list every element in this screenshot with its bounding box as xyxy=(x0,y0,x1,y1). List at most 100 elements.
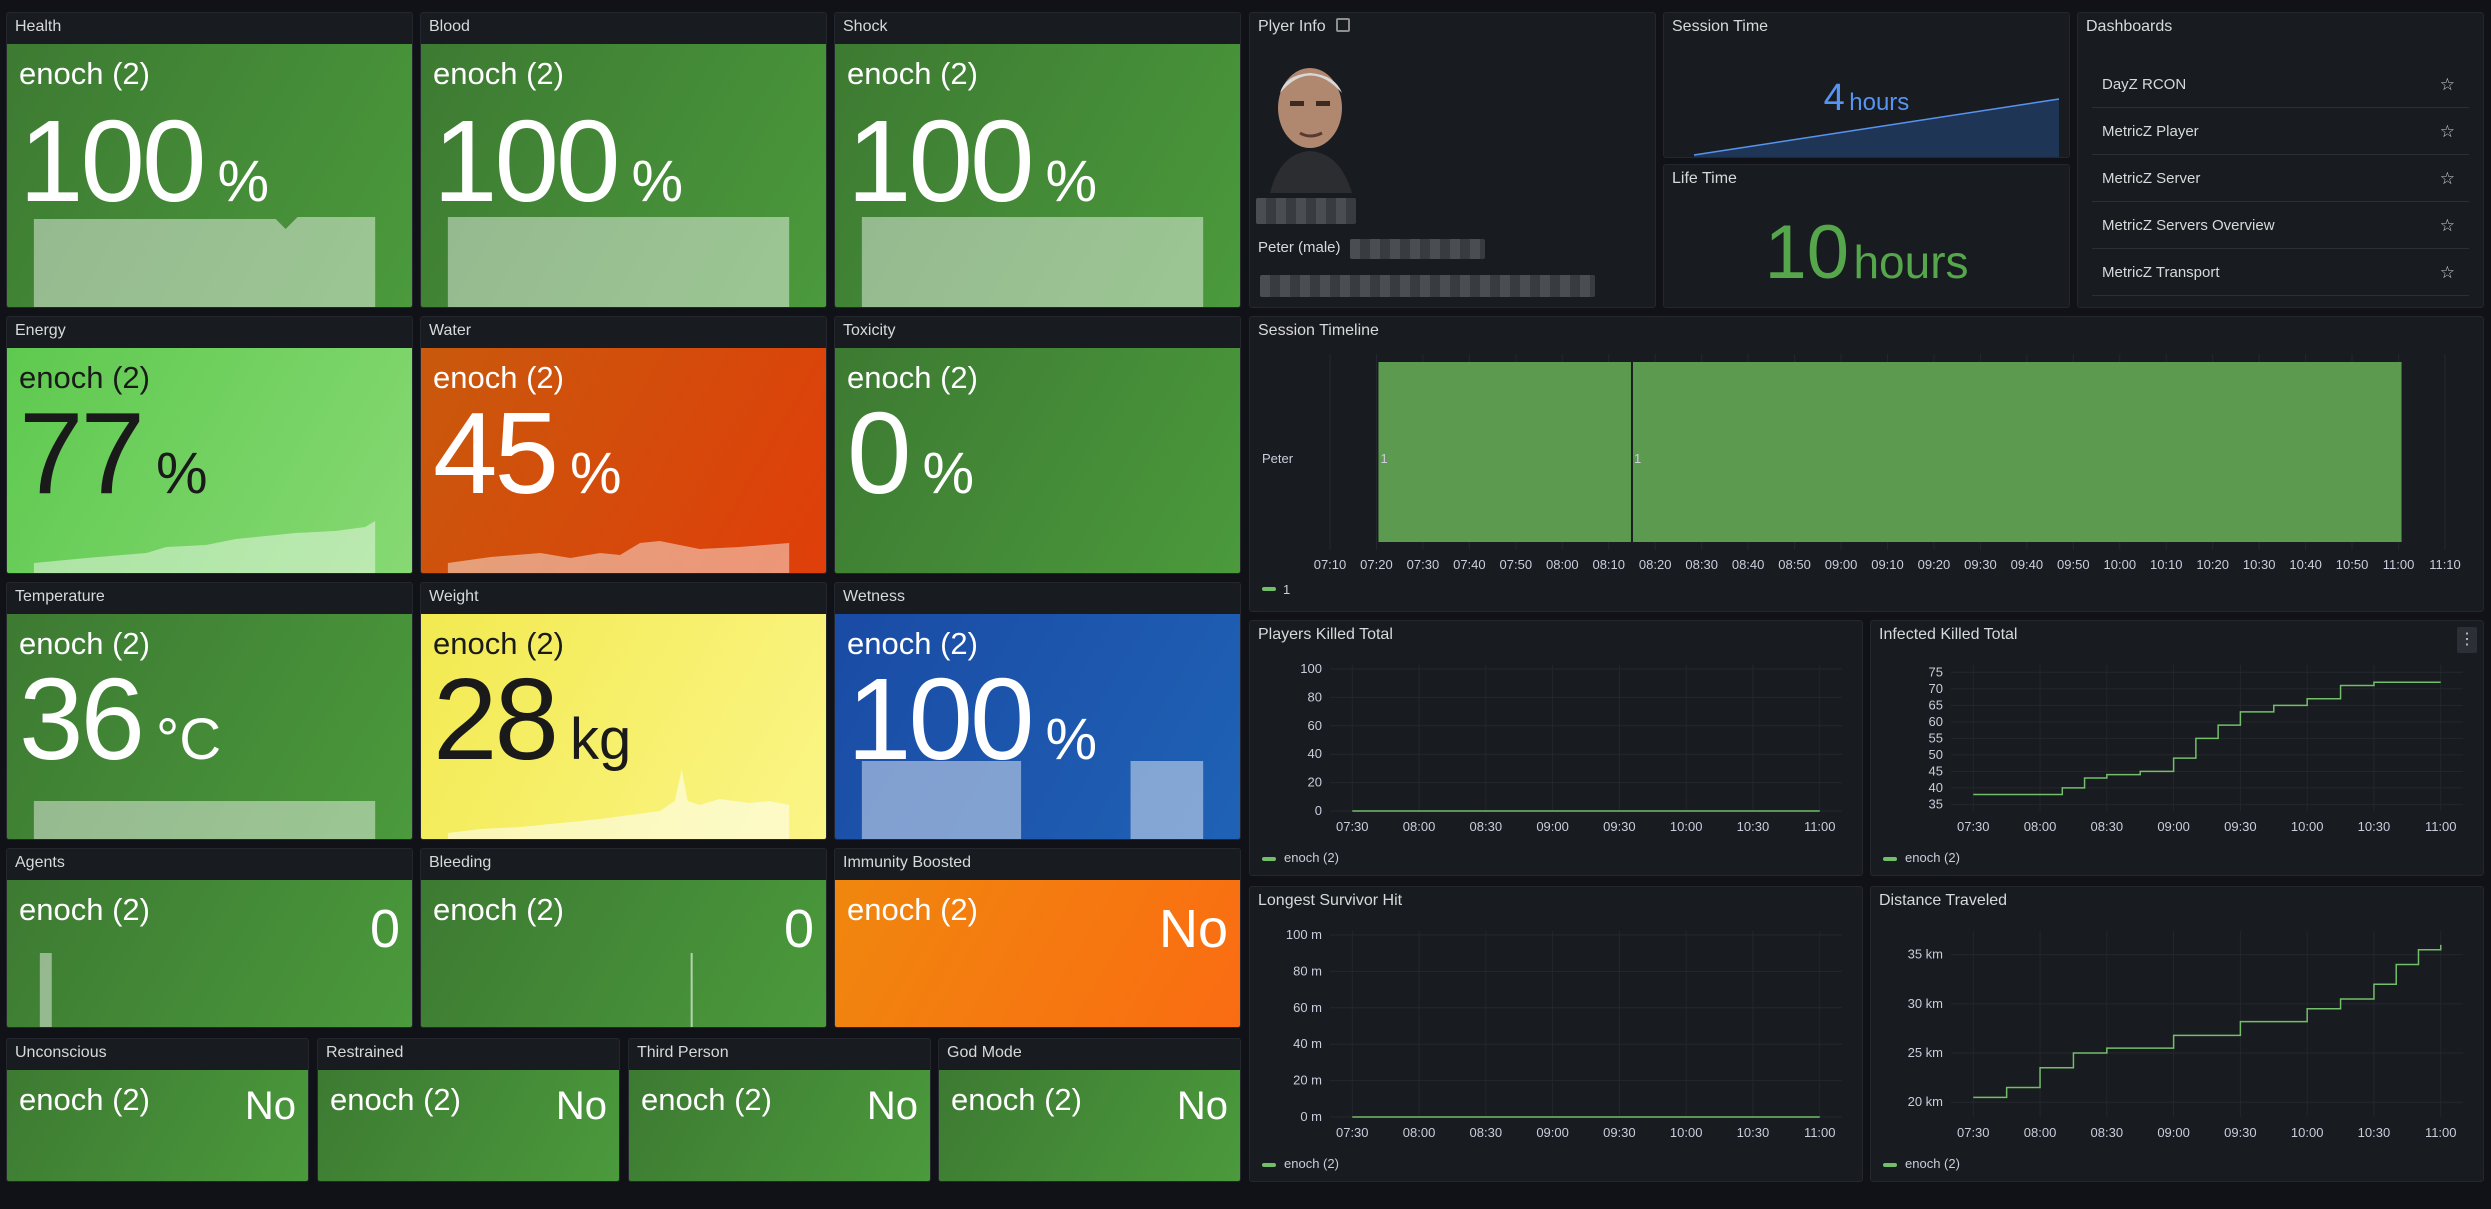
stat-value: 0% xyxy=(847,388,975,518)
x-tick-label: 08:00 xyxy=(1546,557,1579,572)
x-tick-label: 10:50 xyxy=(2336,557,2369,572)
x-tick-label: 09:10 xyxy=(1871,557,1904,572)
series-label: enoch (2) xyxy=(847,56,978,91)
infected-killed-panel: Infected Killed Total ⋮ 35 40 45 50 55 60 65 70… xyxy=(1870,620,2484,876)
panel-title: Water xyxy=(429,322,472,339)
star-icon[interactable]: ☆ xyxy=(2440,249,2455,296)
series-label: enoch (2) xyxy=(641,1082,772,1117)
x-tick-label: 07:30 xyxy=(1336,819,1369,834)
dashboard-link-metricz-server[interactable]: MetricZ Server ☆ xyxy=(2092,155,2469,202)
session-time-value: 4 hours xyxy=(1823,77,1910,119)
panel-title: Energy xyxy=(15,322,66,339)
session-time-panel: Session Time 4 hours xyxy=(1663,12,2070,158)
series-label: enoch (2) xyxy=(19,1082,150,1117)
session-timeline-panel: Session Timeline 07:10 07:20 07:30 07:40 07:… xyxy=(1249,316,2484,612)
panel-title: Health xyxy=(15,18,62,35)
y-tick-label: 45 xyxy=(1929,763,1943,778)
players-killed-chart: 0 20 40 60 80 100 07:30 08:00 08:30 09:00 09:30 10:… xyxy=(1300,661,1842,834)
segment-label: 1 xyxy=(1634,451,1641,466)
dashboard-link-metricz-servers-overview[interactable]: MetricZ Servers Overview ☆ xyxy=(2092,202,2469,249)
blurred-field xyxy=(1350,239,1485,259)
x-tick-label: 08:30 xyxy=(1470,1125,1503,1140)
segment-label: 1 xyxy=(1380,451,1387,466)
panel-title: Agents xyxy=(15,854,65,871)
toxicity-panel: Toxicity enoch (2) 0% xyxy=(834,316,1241,574)
dashboard-link-dayz-rcon[interactable]: DayZ RCON ☆ xyxy=(2092,61,2469,108)
panel-title: Restrained xyxy=(326,1044,404,1061)
x-tick-label: 07:30 xyxy=(1957,819,1990,834)
legend[interactable]: enoch (2) xyxy=(1262,850,1339,865)
star-icon[interactable]: ☆ xyxy=(2440,61,2455,108)
session-timeline-chart: 07:10 07:20 07:30 07:40 07:50 08:00 08:10 08:20… xyxy=(1262,354,2461,597)
x-tick-label: 09:30 xyxy=(2224,819,2257,834)
x-tick-label: 11:00 xyxy=(2383,557,2415,572)
y-tick-label: 40 xyxy=(1929,780,1943,795)
y-tick-label: 30 km xyxy=(1908,996,1943,1011)
x-tick-label: 08:00 xyxy=(2024,819,2057,834)
shock-panel: Shock enoch (2) 100% xyxy=(834,12,1241,308)
series-label: enoch (2) xyxy=(19,56,150,91)
stat-value: 36 °C xyxy=(19,654,222,784)
dashboard-link-metricz-player[interactable]: MetricZ Player ☆ xyxy=(2092,108,2469,155)
weight-panel: Weight enoch (2) 28 kg xyxy=(420,582,827,840)
x-tick-label: 09:00 xyxy=(2157,819,2190,834)
longest-survivor-hit-chart: 0 m 20 m 40 m 60 m 80 m 100 m 07:30 08:00 08:30 0… xyxy=(1286,927,1842,1140)
x-tick-label: 11:00 xyxy=(1804,819,1836,834)
panel-title: Toxicity xyxy=(843,322,896,339)
y-tick-label: 40 xyxy=(1308,746,1322,761)
x-tick-label: 09:30 xyxy=(1603,1125,1636,1140)
legend[interactable]: enoch (2) xyxy=(1262,1156,1339,1171)
y-tick-label: 50 xyxy=(1929,747,1943,762)
panel-title: Shock xyxy=(843,18,888,35)
x-tick-label: 09:30 xyxy=(1603,819,1636,834)
y-tick-label: 0 xyxy=(1315,803,1322,818)
panel-title: Session Time xyxy=(1672,18,1769,35)
x-tick-label: 07:10 xyxy=(1314,557,1347,572)
dashboards-panel: Dashboards DayZ RCON ☆ MetricZ Player ☆ Me… xyxy=(2077,12,2484,308)
star-icon[interactable]: ☆ xyxy=(2440,108,2455,155)
star-icon[interactable]: ☆ xyxy=(2440,202,2455,249)
x-tick-label: 08:40 xyxy=(1732,557,1765,572)
legend-swatch xyxy=(1262,587,1276,591)
series-line xyxy=(1973,944,2442,1099)
timeline-segment xyxy=(1378,362,1632,542)
bleeding-panel: Bleeding enoch (2) 0 xyxy=(420,848,827,1028)
stat-value: No xyxy=(1176,1084,1228,1128)
x-tick-label: 10:20 xyxy=(2196,557,2229,572)
x-tick-label: 08:00 xyxy=(1403,1125,1436,1140)
y-tick-label: 25 km xyxy=(1908,1045,1943,1060)
blood-panel: Blood enoch (2) 100% xyxy=(420,12,827,308)
longest-survivor-hit-panel: Longest Survivor Hit 0 m 20 m 40 m 60 m 80 m… xyxy=(1249,886,1863,1182)
player-name: Peter (male) xyxy=(1258,239,1341,256)
x-tick-label: 09:40 xyxy=(2011,557,2044,572)
x-tick-label: 08:30 xyxy=(1470,819,1503,834)
y-tick-label: 100 xyxy=(1300,661,1322,676)
series-label: enoch (2) xyxy=(847,892,978,927)
external-link-icon[interactable] xyxy=(1335,18,1350,32)
player-info-panel: Plyer Info Peter (male) xyxy=(1249,12,1656,308)
x-tick-label: 10:00 xyxy=(2104,557,2137,572)
legend[interactable]: enoch (2) xyxy=(1883,850,1960,865)
sparkline xyxy=(447,217,790,307)
panel-title: Wetness xyxy=(843,588,905,605)
stat-value: 45% xyxy=(433,388,622,518)
x-tick-label: 09:00 xyxy=(1825,557,1858,572)
x-tick-label: 08:30 xyxy=(1685,557,1718,572)
x-tick-label: 08:00 xyxy=(1403,819,1436,834)
avatar xyxy=(1260,53,1360,193)
sparkline xyxy=(39,953,52,1027)
x-tick-label: 10:00 xyxy=(2291,819,2324,834)
x-tick-label: 10:30 xyxy=(1737,1125,1770,1140)
infected-killed-chart: 3540 4550 5560 6570 75 07:30 08:00 08:30 09:00 09… xyxy=(1929,664,2463,834)
legend[interactable]: enoch (2) xyxy=(1883,1156,1960,1171)
panel-title: Dashboards xyxy=(2086,18,2173,35)
x-tick-label: 10:30 xyxy=(2358,819,2391,834)
dashboard-link-metricz-transport[interactable]: MetricZ Transport ☆ xyxy=(2092,249,2469,296)
life-time-value: 10 hours xyxy=(1764,210,1969,295)
x-tick-label: 10:10 xyxy=(2150,557,2183,572)
y-tick-label: 80 xyxy=(1308,689,1322,704)
star-icon[interactable]: ☆ xyxy=(2440,155,2455,202)
y-tick-label: 100 m xyxy=(1286,927,1322,942)
x-tick-label: 10:30 xyxy=(1737,819,1770,834)
x-tick-label: 11:10 xyxy=(2429,557,2461,572)
